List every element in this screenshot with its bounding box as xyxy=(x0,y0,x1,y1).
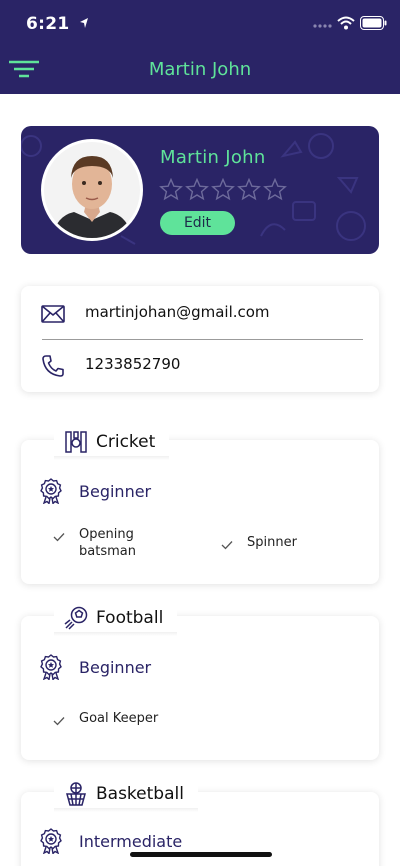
football-icon xyxy=(64,606,88,630)
phone-icon xyxy=(42,355,64,377)
page-title: Martin John xyxy=(148,59,252,80)
basketball-icon xyxy=(66,782,86,806)
checkmark-icon xyxy=(53,717,65,726)
level-text: Beginner xyxy=(79,657,152,677)
status-bar: 6:21 xyxy=(0,0,400,48)
profile-card: Martin John Edit xyxy=(21,126,379,254)
star-icon[interactable] xyxy=(263,178,287,201)
level-row: Intermediate xyxy=(39,828,182,854)
award-badge-icon xyxy=(40,828,62,854)
award-badge-icon xyxy=(40,654,62,680)
level-row: Beginner xyxy=(39,654,151,680)
award-badge-icon xyxy=(40,478,62,504)
skill-text: Spinner xyxy=(247,535,297,550)
sport-header: Cricket xyxy=(54,426,170,460)
star-rating[interactable] xyxy=(159,178,287,201)
wifi-icon xyxy=(337,16,355,30)
signal-dots-icon xyxy=(313,24,332,28)
skill-text: Goal Keeper xyxy=(79,711,159,726)
sport-name: Cricket xyxy=(96,432,156,452)
skill-text: Opening batsman xyxy=(79,527,136,559)
sport-name: Basketball xyxy=(96,784,184,804)
phone-row[interactable]: 1233852790 xyxy=(21,340,379,390)
battery-icon xyxy=(360,16,387,30)
email-text: martinjohan@gmail.com xyxy=(85,303,270,321)
avatar xyxy=(41,139,143,241)
sport-header: Football xyxy=(54,602,178,636)
level-text: Intermediate xyxy=(79,831,183,851)
level-text: Beginner xyxy=(79,481,152,501)
skill-item: Opening batsman xyxy=(53,526,149,560)
skill-item: Goal Keeper xyxy=(53,710,158,727)
skill-item: Spinner xyxy=(221,534,297,551)
sport-card-football: Football Beginner Goal Keeper xyxy=(21,602,379,760)
sport-header: Basketball xyxy=(54,778,198,812)
nav-bar: Martin John xyxy=(0,48,400,94)
checkmark-icon xyxy=(221,541,233,550)
star-icon[interactable] xyxy=(211,178,235,201)
edit-button[interactable]: Edit xyxy=(160,211,235,235)
home-indicator[interactable] xyxy=(130,852,272,857)
avatar-photo xyxy=(44,142,140,238)
status-time: 6:21 xyxy=(26,14,70,34)
profile-name: Martin John xyxy=(160,147,266,168)
location-arrow-icon xyxy=(80,18,88,28)
sport-name: Football xyxy=(96,608,164,628)
star-icon[interactable] xyxy=(185,178,209,201)
phone-text: 1233852790 xyxy=(85,355,181,373)
cricket-icon xyxy=(65,431,87,453)
sport-card-cricket: Cricket Beginner Opening batsman Spinner xyxy=(21,426,379,584)
star-icon[interactable] xyxy=(237,178,261,201)
level-row: Beginner xyxy=(39,478,151,504)
star-icon[interactable] xyxy=(159,178,183,201)
checkmark-icon xyxy=(53,533,65,542)
contact-card: martinjohan@gmail.com 1233852790 xyxy=(21,286,379,392)
envelope-icon xyxy=(41,305,65,323)
email-row[interactable]: martinjohan@gmail.com xyxy=(21,288,379,338)
